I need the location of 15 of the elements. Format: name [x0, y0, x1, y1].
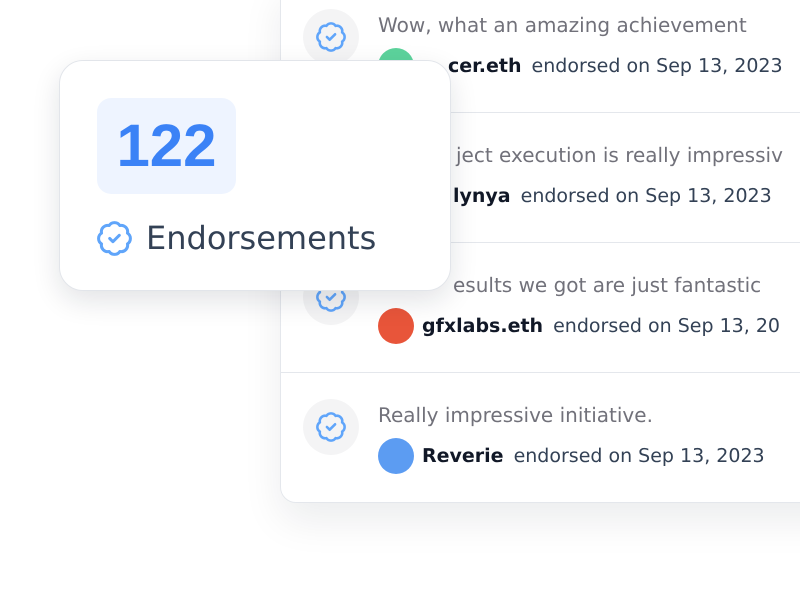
author-link[interactable]: cer.eth [448, 54, 522, 78]
endorsement-comment: Really impressive initiative. [378, 403, 654, 427]
endorsement-date: endorsed on Sep 13, 2023 [520, 184, 772, 208]
endorsement-date: endorsed on Sep 13, 2023 [532, 54, 783, 78]
badge-check-icon [97, 220, 132, 256]
endorsement-comment: ject execution is really impressiv [456, 143, 783, 167]
endorsement-comment: Wow, what an amazing achievement [378, 13, 748, 37]
author-link[interactable]: lynya [453, 184, 511, 208]
endorsement-comment: esults we got are just fantastic [453, 273, 762, 297]
endorsements-label: Endorsements [146, 220, 376, 256]
endorsement-date: endorsed on Sep 13, 2023 [514, 444, 765, 468]
author-link[interactable]: Reverie [422, 444, 504, 468]
endorsement-count: 122 [97, 98, 236, 194]
author-link[interactable]: gfxlabs.eth [422, 314, 544, 338]
endorsement-date: endorsed on Sep 13, 20 [553, 314, 780, 338]
